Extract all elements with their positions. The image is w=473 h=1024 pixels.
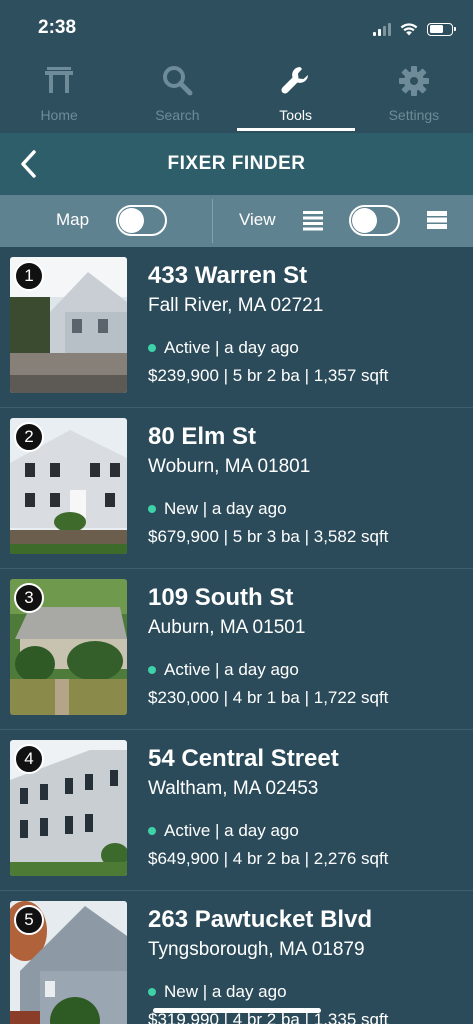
listing-status-text: Active | a day ago — [164, 821, 299, 840]
listing-city: Woburn, MA 01801 — [148, 456, 311, 477]
rank-badge: 2 — [14, 422, 44, 452]
listing-address: 54 Central Street — [148, 745, 339, 772]
tab-settings[interactable]: Settings — [355, 58, 473, 133]
wifi-icon — [400, 23, 418, 36]
listing-address: 433 Warren St — [148, 262, 308, 289]
home-indicator[interactable] — [153, 1008, 321, 1013]
listing-item[interactable]: 4 54 Central Street Waltham, MA 02453 Ac… — [0, 730, 473, 891]
listing-status-text: Active | a day ago — [164, 338, 299, 357]
listing-item[interactable]: 1 433 Warren St Fall River, MA 02721 Act… — [0, 247, 473, 408]
top-tab-bar: Home Search Tools Settings — [0, 58, 473, 133]
status-icons — [373, 19, 456, 39]
listing-list: 1 433 Warren St Fall River, MA 02721 Act… — [0, 247, 473, 1024]
map-toggle[interactable] — [116, 205, 167, 236]
listing-details: $649,900 | 4 br 2 ba | 2,276 sqft — [148, 849, 389, 868]
listing-address: 263 Pawtucket Blvd — [148, 906, 373, 933]
tab-settings-label: Settings — [388, 107, 440, 123]
listing-item[interactable]: 5 263 Pawtucket Blvd Tyngsborough, MA 01… — [0, 891, 473, 1024]
tab-tools-label: Tools — [279, 107, 312, 123]
battery-icon — [427, 22, 456, 36]
rank-badge: 1 — [14, 261, 44, 291]
listing-address: 109 South St — [148, 584, 294, 611]
listing-status-text: Active | a day ago — [164, 660, 299, 679]
listing-address: 80 Elm St — [148, 423, 257, 450]
status-dot-icon — [148, 344, 156, 352]
listing-status: Active | a day ago — [148, 660, 299, 680]
view-toggle[interactable] — [349, 205, 400, 236]
status-time: 2:38 — [38, 17, 77, 38]
listing-status-text: New | a day ago — [164, 499, 287, 518]
rank-badge: 4 — [14, 744, 44, 774]
listing-city: Fall River, MA 02721 — [148, 295, 324, 316]
map-toggle-knob — [119, 208, 144, 233]
status-dot-icon — [148, 988, 156, 996]
listing-status-text: New | a day ago — [164, 982, 287, 1001]
listing-city: Tyngsborough, MA 01879 — [148, 939, 365, 960]
view-label: View — [239, 210, 276, 229]
status-dot-icon — [148, 827, 156, 835]
search-icon — [163, 66, 193, 96]
listing-status: Active | a day ago — [148, 338, 299, 358]
listing-details: $239,900 | 5 br 2 ba | 1,357 sqft — [148, 366, 389, 385]
cellular-signal-icon — [373, 22, 391, 36]
home-pillars-icon — [45, 67, 74, 93]
tab-tools[interactable]: Tools — [236, 58, 356, 133]
wrench-icon — [281, 67, 308, 94]
listing-item[interactable]: 2 80 Elm St Woburn, MA 01801 New | a day… — [0, 408, 473, 569]
listing-details: $230,000 | 4 br 1 ba | 1,722 sqft — [148, 688, 389, 707]
listing-status: New | a day ago — [148, 982, 287, 1002]
filter-divider — [212, 199, 213, 243]
map-label: Map — [56, 210, 90, 229]
listing-item[interactable]: 3 109 South St Auburn, MA 01501 Active |… — [0, 569, 473, 730]
listing-details: $679,900 | 5 br 3 ba | 3,582 sqft — [148, 527, 389, 546]
list-lines-icon[interactable] — [302, 209, 324, 231]
listing-status: Active | a day ago — [148, 821, 299, 841]
rank-badge: 3 — [14, 583, 44, 613]
card-rows-icon[interactable] — [426, 209, 448, 231]
tab-home-label: Home — [40, 107, 78, 123]
tab-search-label: Search — [155, 107, 200, 123]
nav-header: FIXER FINDER — [0, 133, 473, 195]
rank-badge: 5 — [14, 905, 44, 935]
status-bar: 2:38 — [0, 0, 473, 58]
view-toggle-knob — [352, 208, 377, 233]
listing-city: Auburn, MA 01501 — [148, 617, 306, 638]
status-dot-icon — [148, 505, 156, 513]
listing-city: Waltham, MA 02453 — [148, 778, 319, 799]
page-title: FIXER FINDER — [167, 153, 306, 174]
gear-icon — [398, 66, 429, 96]
tab-home[interactable]: Home — [0, 58, 118, 133]
listing-status: New | a day ago — [148, 499, 287, 519]
tab-search[interactable]: Search — [118, 58, 236, 133]
status-dot-icon — [148, 666, 156, 674]
filter-bar: Map View — [0, 195, 473, 247]
